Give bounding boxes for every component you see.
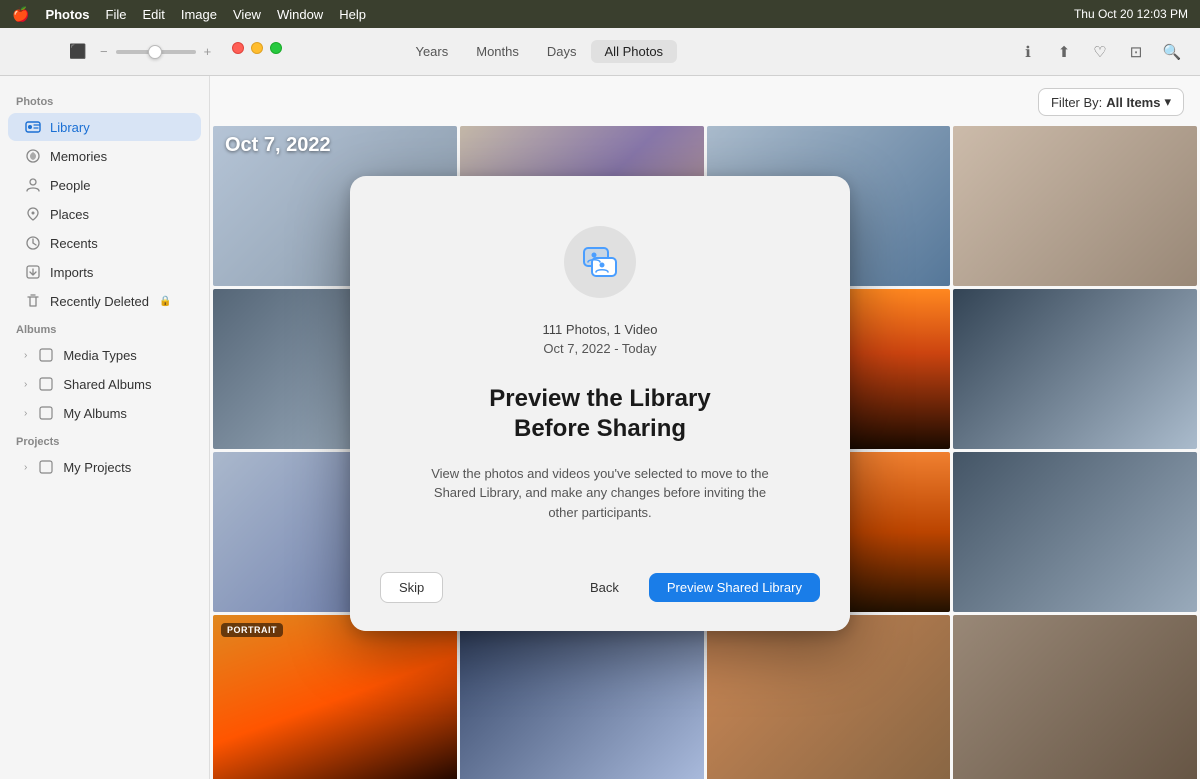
modal-footer: Skip Back Preview Shared Library: [350, 552, 850, 631]
shared-library-icon: [580, 242, 620, 282]
modal-overlay: 111 Photos, 1 Video Oct 7, 2022 - Today …: [0, 28, 1200, 779]
modal-body: 111 Photos, 1 Video Oct 7, 2022 - Today …: [350, 176, 850, 553]
skip-button[interactable]: Skip: [380, 572, 443, 603]
menubar-clock: Thu Oct 20 12:03 PM: [1074, 7, 1188, 21]
menubar-help[interactable]: Help: [339, 7, 366, 22]
menubar-app-name[interactable]: Photos: [45, 7, 89, 22]
modal-icon-circle: [564, 226, 636, 298]
menubar-file[interactable]: File: [106, 7, 127, 22]
modal-description: View the photos and videos you've select…: [430, 464, 770, 523]
menubar-left: 🍎 Photos File Edit Image View Window Hel…: [12, 6, 366, 23]
modal-title: Preview the Library Before Sharing: [489, 384, 710, 444]
modal-dialog: 111 Photos, 1 Video Oct 7, 2022 - Today …: [350, 176, 850, 632]
apple-menu[interactable]: 🍎: [12, 6, 29, 23]
modal-title-line2: Before Sharing: [514, 415, 686, 442]
menubar-view[interactable]: View: [233, 7, 261, 22]
menubar-window[interactable]: Window: [277, 7, 323, 22]
modal-date-range: Oct 7, 2022 - Today: [543, 341, 656, 356]
menubar-image[interactable]: Image: [181, 7, 217, 22]
back-button[interactable]: Back: [572, 573, 637, 602]
modal-stats: 111 Photos, 1 Video: [543, 322, 658, 337]
modal-footer-center: Back Preview Shared Library: [572, 573, 820, 602]
menubar-edit[interactable]: Edit: [142, 7, 164, 22]
menubar-right: Thu Oct 20 12:03 PM: [1074, 7, 1188, 21]
menubar: 🍎 Photos File Edit Image View Window Hel…: [0, 0, 1200, 28]
preview-shared-library-button[interactable]: Preview Shared Library: [649, 573, 820, 602]
modal-title-line1: Preview the Library: [489, 385, 710, 412]
